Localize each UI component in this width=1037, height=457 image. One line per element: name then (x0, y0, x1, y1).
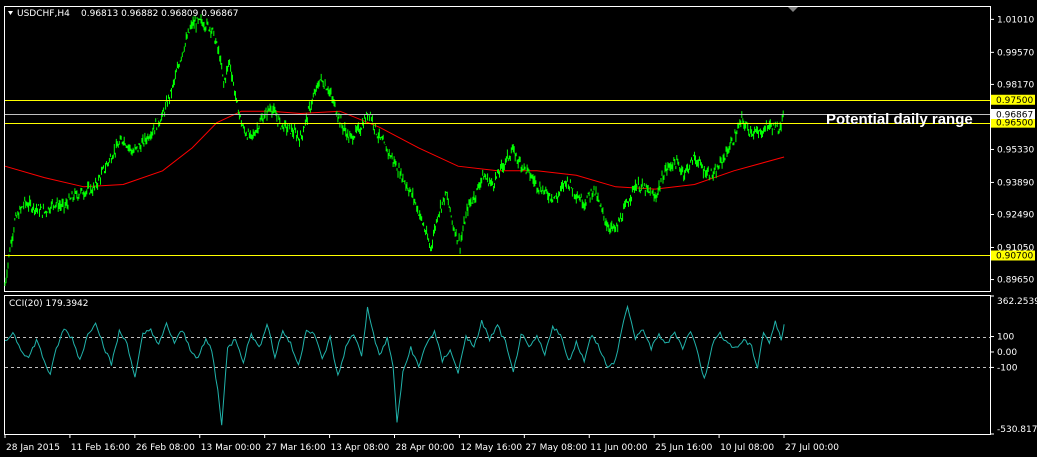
x-tick-label: 28 Apr 00:00 (396, 443, 455, 453)
moving-average-line (4, 110, 785, 190)
cci-tick-label: -100 (997, 363, 1018, 373)
level-price-label: 0.90700 (996, 252, 1033, 262)
x-tick-label: 13 Apr 08:00 (331, 443, 390, 453)
potential-daily-range-annotation: Potential daily range (826, 111, 973, 128)
x-tick-label: 26 Feb 08:00 (136, 443, 195, 453)
y-tick-label: 0.99570 (997, 48, 1034, 58)
cci-indicator-label: CCI(20) 179.3942 (9, 299, 89, 309)
x-tick-label: 12 May 16:00 (460, 443, 522, 453)
price-series (4, 14, 784, 286)
chart-window: USDCHF,H4 0.96813 0.96882 0.96809 0.9686… (0, 0, 1037, 457)
symbol-label: USDCHF,H4 (17, 9, 70, 19)
cci-line (4, 304, 785, 426)
x-tick-label: 11 Feb 16:00 (71, 443, 130, 453)
y-tick-label: 0.89650 (997, 276, 1034, 286)
x-tick-label: 28 Jan 2015 (6, 443, 60, 453)
y-tick-label: 0.95330 (997, 145, 1034, 155)
cci-tick-label: 362.2539 (997, 297, 1037, 307)
cci-tick-label: 100 (997, 333, 1014, 343)
y-tick-label: 0.92490 (997, 211, 1034, 221)
y-tick-label: 1.01010 (997, 15, 1034, 25)
main-panel-frame (4, 6, 991, 292)
y-tick-label: 0.98170 (997, 80, 1034, 90)
x-tick-label: 11 Jun 00:00 (590, 443, 647, 453)
x-tick-label: 25 Jun 16:00 (655, 443, 712, 453)
y-tick-label: 0.93890 (997, 178, 1034, 188)
ohlc-label: 0.96813 0.96882 0.96809 0.96867 (81, 9, 238, 19)
x-tick-label: 13 Mar 00:00 (201, 443, 261, 453)
dropdown-triangle-icon[interactable] (8, 11, 13, 15)
chart-canvas[interactable]: USDCHF,H4 0.96813 0.96882 0.96809 0.9686… (0, 0, 1037, 457)
current-price-label: 0.96867 (996, 111, 1033, 121)
chart-shift-marker-icon[interactable] (788, 7, 798, 12)
x-tick-label: 27 Jul 00:00 (785, 443, 839, 453)
x-tick-label: 27 May 08:00 (525, 443, 587, 453)
x-tick-label: 10 Jul 08:00 (720, 443, 774, 453)
cci-tick-label: -530.8174 (997, 425, 1037, 435)
cci-tick-label: 0.00 (997, 348, 1017, 358)
x-tick-label: 27 Mar 16:00 (266, 443, 326, 453)
level-price-label: 0.97500 (996, 96, 1033, 106)
cci-panel-frame (4, 295, 991, 435)
